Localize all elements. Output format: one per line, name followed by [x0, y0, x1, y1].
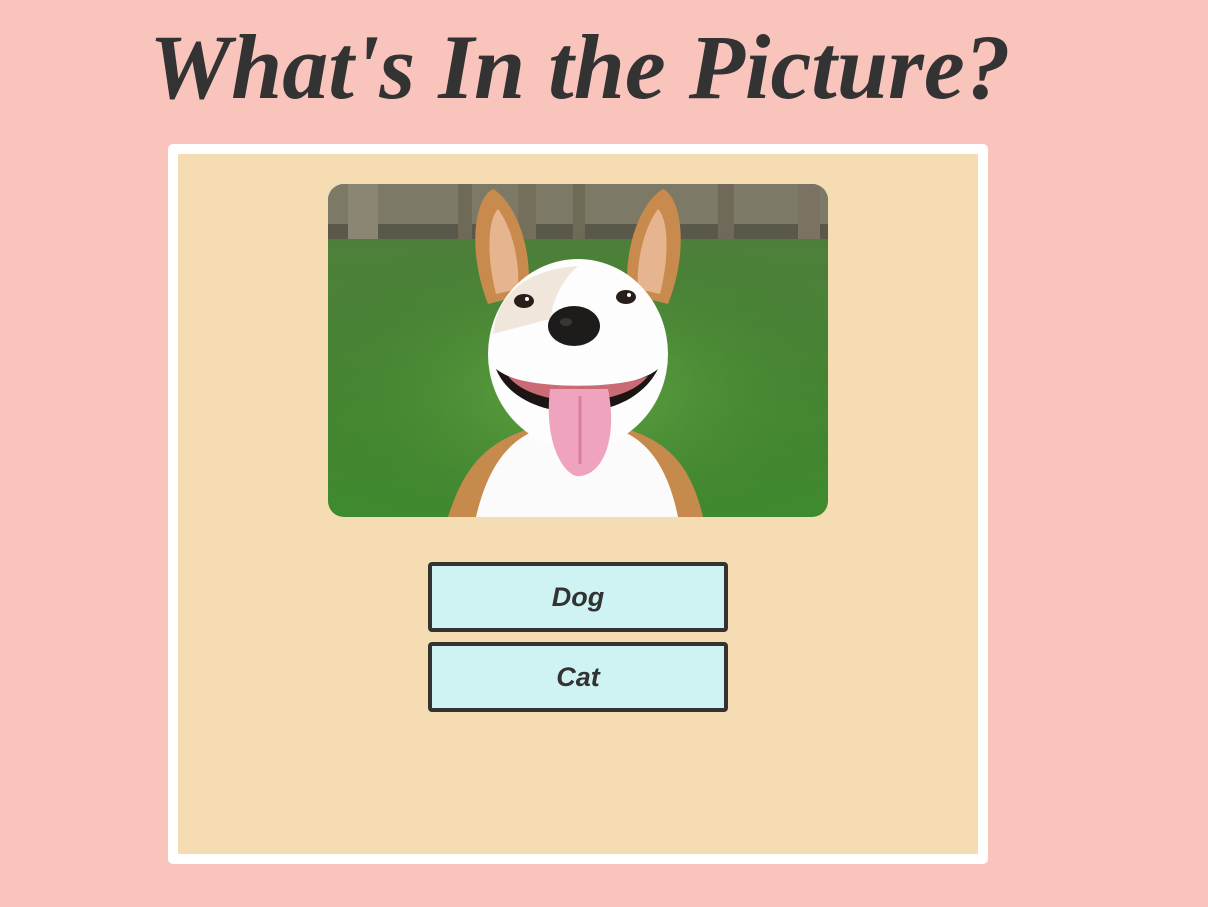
cat-answer-button[interactable]: Cat	[428, 642, 728, 712]
quiz-page: What's In the Picture? Dog Cat	[0, 0, 1208, 907]
page-title: What's In the Picture?	[149, 16, 1011, 118]
dog-photo	[328, 184, 828, 517]
quiz-card: Dog Cat	[168, 144, 988, 864]
dog-answer-button[interactable]: Dog	[428, 562, 728, 632]
